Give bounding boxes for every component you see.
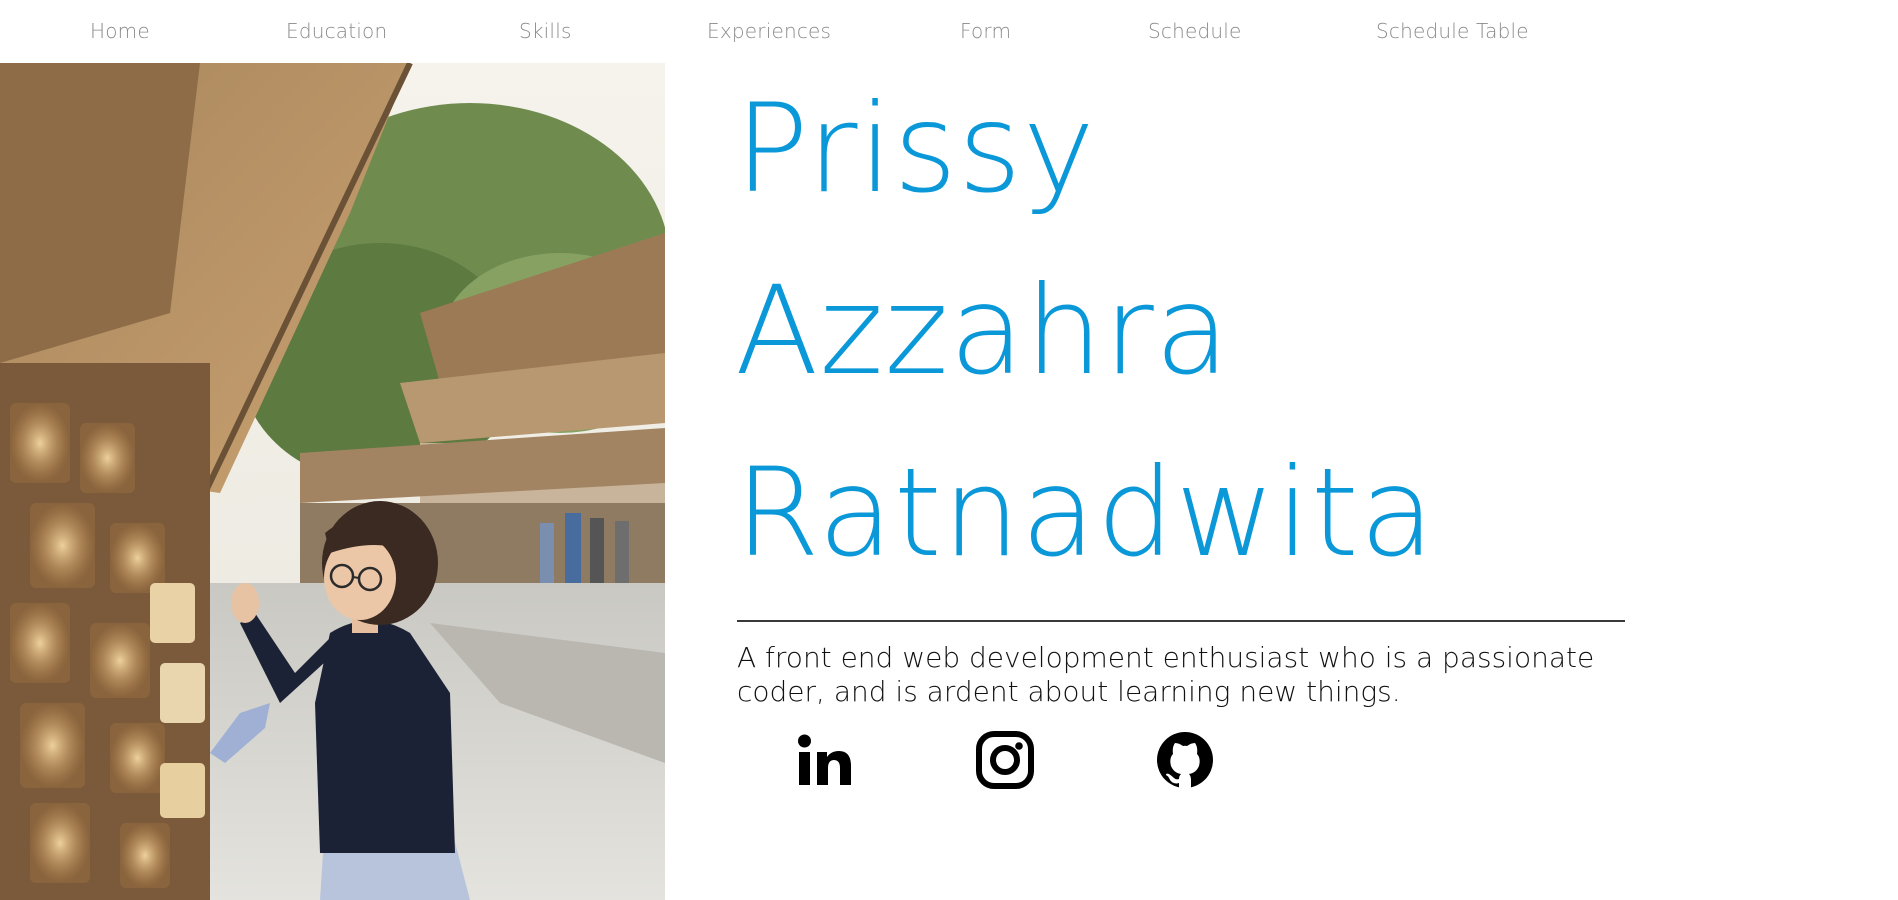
nav-home-link[interactable]: Home [90, 19, 150, 43]
linkedin-link[interactable] [795, 730, 855, 790]
nav-education-link[interactable]: Education [286, 19, 387, 43]
linkedin-icon [798, 734, 851, 785]
nav-skills-link[interactable]: Skills [519, 19, 572, 43]
portrait-photo [0, 63, 665, 900]
nav-schedule-table-link[interactable]: Schedule Table [1376, 19, 1529, 43]
instagram-link[interactable] [975, 730, 1035, 790]
nav-schedule-link[interactable]: Schedule [1148, 19, 1242, 43]
nav-form-link[interactable]: Form [960, 19, 1011, 43]
name-first: Prissy [735, 78, 1096, 220]
hero-tagline: A front end web development enthusiast w… [737, 641, 1595, 708]
nav-experiences-link[interactable]: Experiences [707, 19, 831, 43]
hero-divider [737, 620, 1625, 622]
name-middle: Azzahra [735, 260, 1231, 402]
github-icon [1157, 732, 1213, 788]
instagram-icon [976, 731, 1034, 789]
github-link[interactable] [1155, 730, 1215, 790]
name-last: Ratnadwita [735, 442, 1436, 584]
top-navigation: Home Education Skills Experiences Form S… [0, 0, 1898, 63]
